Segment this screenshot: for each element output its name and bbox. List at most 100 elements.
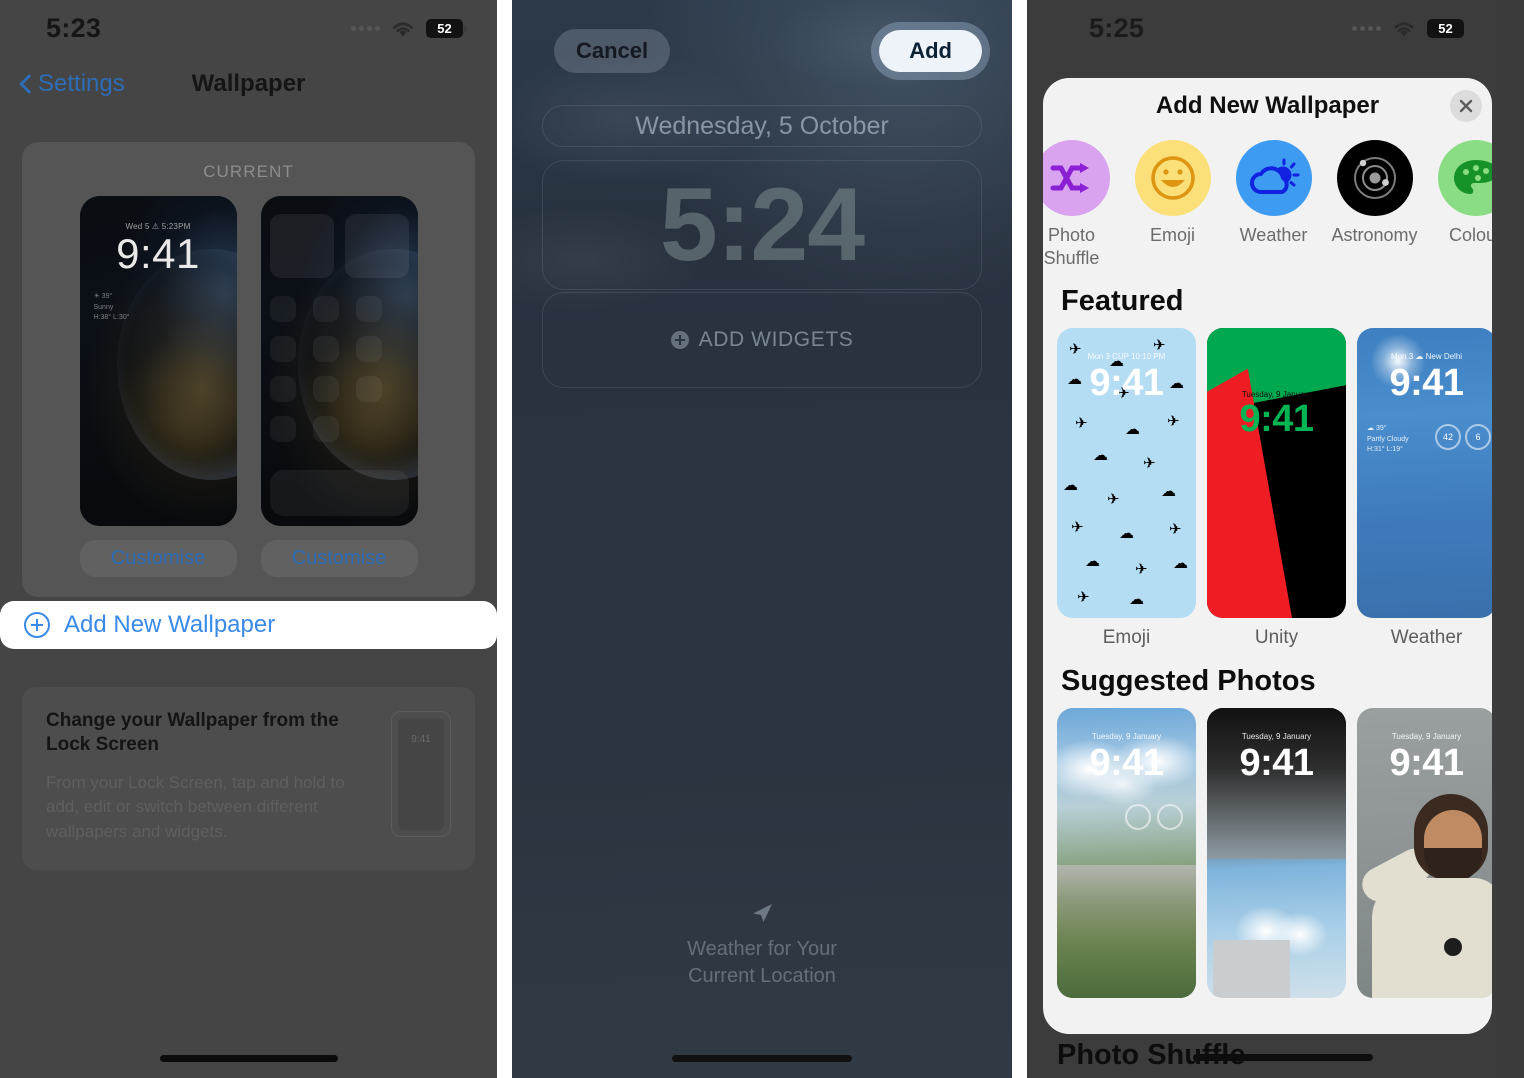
home-indicator [1193,1054,1373,1061]
clock-text: 5:24 [659,167,865,283]
home-screen-preview[interactable] [260,196,418,526]
sheet-title: Add New Wallpaper [1155,92,1380,119]
category-astronomy[interactable]: Astronomy [1324,140,1425,247]
wallpaper-name: Unity [1254,627,1299,648]
shirt-badge [1444,938,1462,956]
close-icon[interactable] [1450,90,1482,122]
wallpaper-thumbnail: ✈ ☁ ✈ ☁ ✈ ☁ ✈ ☁ ✈ ☁ ✈ ☁ ✈ ☁ ✈ ☁ ✈ ☁ ✈ ☁ ✈ ☁ Mon 3 C… [1057,328,1196,618]
shirt-shape [1372,878,1492,998]
add-button[interactable]: Add [879,30,982,72]
weather-location-line1: Weather for Your [687,938,837,960]
lock-screen-preview[interactable]: Wed 5 ⚠ 5:23PM 9:41 ☀ 39° Sunny H:38° L:… [79,196,237,526]
location-arrow-icon [512,902,1012,932]
category-photo-shuffle[interactable]: Photo Shuffle [1043,140,1122,269]
status-bar-indicators: 52 [1352,18,1468,38]
category-weather[interactable]: Weather [1223,140,1324,247]
current-section-header: CURRENT [203,162,294,181]
widget-circle-1 [1125,804,1151,830]
date-widget-slot[interactable]: Wednesday, 5 October [542,105,982,147]
wallpaper-thumbnail: Tuesday, 9 January 9:41 [1207,708,1346,998]
weather-widget-meta: ☁ 39° Partly Cloudy H:31° L:19° [1367,425,1409,453]
home-indicator [672,1055,852,1062]
customise-buttons-row: Customise Customise [22,526,475,597]
category-label: Colour [1448,225,1492,245]
clock-widget-slot[interactable]: 5:24 [542,160,982,290]
category-label: Photo Shuffle [1043,225,1100,268]
panel-lock-screen-editor: Cancel Add Wednesday, 5 October 5:24 ADD… [512,0,1012,1078]
suggested-photo-portrait[interactable]: Tuesday, 9 January 9:41 [1357,708,1492,998]
panel-add-new-wallpaper: 5:25 52 Add New Wallpaper Photo Shuffle … [1027,0,1524,1078]
current-wallpaper-card: CURRENT Wed 5 ⚠ 5:23PM 9:41 ☀ 39° Sunny … [22,142,475,597]
panel-settings-wallpaper: 5:23 52 Settings Wallpaper CURRENT Wed 5… [0,0,497,1078]
thumbnail-date: Mon 3 ☁ New Delhi [1390,352,1463,361]
tip-phone-illustration: 9:41 [391,711,451,837]
thumbnail-date: Tuesday, 9 January [1091,732,1162,741]
lock-preview-weather: ☀ 39° Sunny H:38° L:30° [93,293,130,321]
thumbnail-clock: 9:41 [1239,742,1314,784]
category-label: Astronomy [1331,225,1418,245]
battery-indicator: 52 [1427,18,1468,38]
panel-gap [497,0,512,1078]
tip-title: Change your Wallpaper from the Lock Scre… [46,710,339,755]
wallpaper-thumbnail: Tuesday, 9 January 9:41 [1357,708,1492,998]
weather-circle-widget-2: 6 [1465,424,1491,450]
home-screen-icon-grid [261,196,418,526]
weather-location-notice: Weather for Your Current Location [512,902,1012,990]
editor-toolbar: Cancel Add [512,0,1012,80]
status-bar-time: 5:25 [1089,12,1145,43]
thumbnail-date: Mon 3 CUP 10:10 PM [1087,352,1166,361]
home-screen-preview-column [260,196,418,526]
status-bar: 5:25 52 [1027,0,1524,56]
wifi-icon [390,19,416,38]
battery-indicator: 52 [426,18,467,38]
add-widgets-label: ADD WIDGETS [698,328,854,351]
customise-lock-screen-button[interactable]: Customise [79,540,237,577]
featured-row: ✈ ☁ ✈ ☁ ✈ ☁ ✈ ☁ ✈ ☁ ✈ ☁ ✈ ☁ ✈ ☁ ✈ ☁ ✈ ☁ ✈ ☁ Mon 3 C… [1043,328,1492,649]
add-new-wallpaper-button[interactable]: Add New Wallpaper [0,601,497,649]
add-new-wallpaper-wrap: Add New Wallpaper [0,601,497,649]
wallpaper-thumbnail: Mon 3 ☁ New Delhi 9:41 ☁ 39° Partly Clou… [1357,328,1492,618]
screenshot-stage: 5:23 52 Settings Wallpaper CURRENT Wed 5… [0,0,1524,1078]
cancel-button[interactable]: Cancel [554,29,671,73]
featured-item-weather[interactable]: Mon 3 ☁ New Delhi 9:41 ☁ 39° Partly Clou… [1357,328,1492,649]
wifi-icon [1391,19,1417,38]
weather-circle-widget-1: 42 [1435,424,1461,450]
battery-level: 52 [437,20,452,36]
lock-screen-preview-column: Wed 5 ⚠ 5:23PM 9:41 ☀ 39° Sunny H:38° L:… [79,196,237,526]
signal-dots-icon [1352,25,1381,31]
wallpaper-thumbnail: Tuesday, 9 January 9:41 [1207,328,1346,618]
add-new-wallpaper-label: Add New Wallpaper [64,611,276,638]
wallpaper-previews: Wed 5 ⚠ 5:23PM 9:41 ☀ 39° Sunny H:38° L:… [22,196,475,526]
thumbnail-clock: 9:41 [1239,398,1314,440]
panel-gap [1012,0,1027,1078]
settings-body: CURRENT Wed 5 ⚠ 5:23PM 9:41 ☀ 39° Sunny … [0,142,497,871]
suggested-photo-city[interactable]: Tuesday, 9 January 9:41 [1057,708,1196,998]
category-emoji[interactable]: Emoji [1122,140,1223,247]
featured-section-title: Featured [1061,285,1184,317]
suggested-photo-bridge[interactable]: Tuesday, 9 January 9:41 [1207,708,1346,998]
featured-item-emoji[interactable]: ✈ ☁ ✈ ☁ ✈ ☁ ✈ ☁ ✈ ☁ ✈ ☁ ✈ ☁ ✈ ☁ ✈ ☁ ✈ ☁ ✈ ☁ Mon 3 C… [1057,328,1196,649]
featured-item-unity[interactable]: Tuesday, 9 January 9:41 Unity [1207,328,1346,649]
device-frame-edge [1496,0,1524,1078]
plus-circle-icon [670,331,689,349]
customise-home-screen-button[interactable]: Customise [260,540,418,577]
date-text: Wednesday, 5 October [635,111,889,140]
status-bar-time: 5:23 [46,12,102,43]
add-new-wallpaper-sheet: Add New Wallpaper Photo Shuffle Emoji We… [1043,78,1492,1034]
lock-preview-clock: 9:41 [116,230,200,277]
suggested-photos-section-title: Suggested Photos [1061,665,1316,697]
category-label: Emoji [1149,225,1195,245]
add-widgets-button[interactable]: ADD WIDGETS [542,292,982,388]
home-indicator [159,1055,338,1062]
thumbnail-clock: 9:41 [1089,742,1164,784]
add-button-halo: Add [871,22,990,80]
lock-screen-tip-card: Change your Wallpaper from the Lock Scre… [22,687,475,871]
status-bar: 5:23 52 [0,0,497,56]
weather-location-line2: Current Location [688,965,836,987]
smiley-icon [1134,140,1211,216]
wallpaper-category-row: Photo Shuffle Emoji Weather Astronomy Co… [1043,134,1492,269]
category-colour[interactable]: Colour [1425,140,1492,247]
city-layer [1057,864,1196,998]
sun-cloud-icon [1235,140,1312,216]
wallpaper-thumbnail: Tuesday, 9 January 9:41 [1057,708,1196,998]
